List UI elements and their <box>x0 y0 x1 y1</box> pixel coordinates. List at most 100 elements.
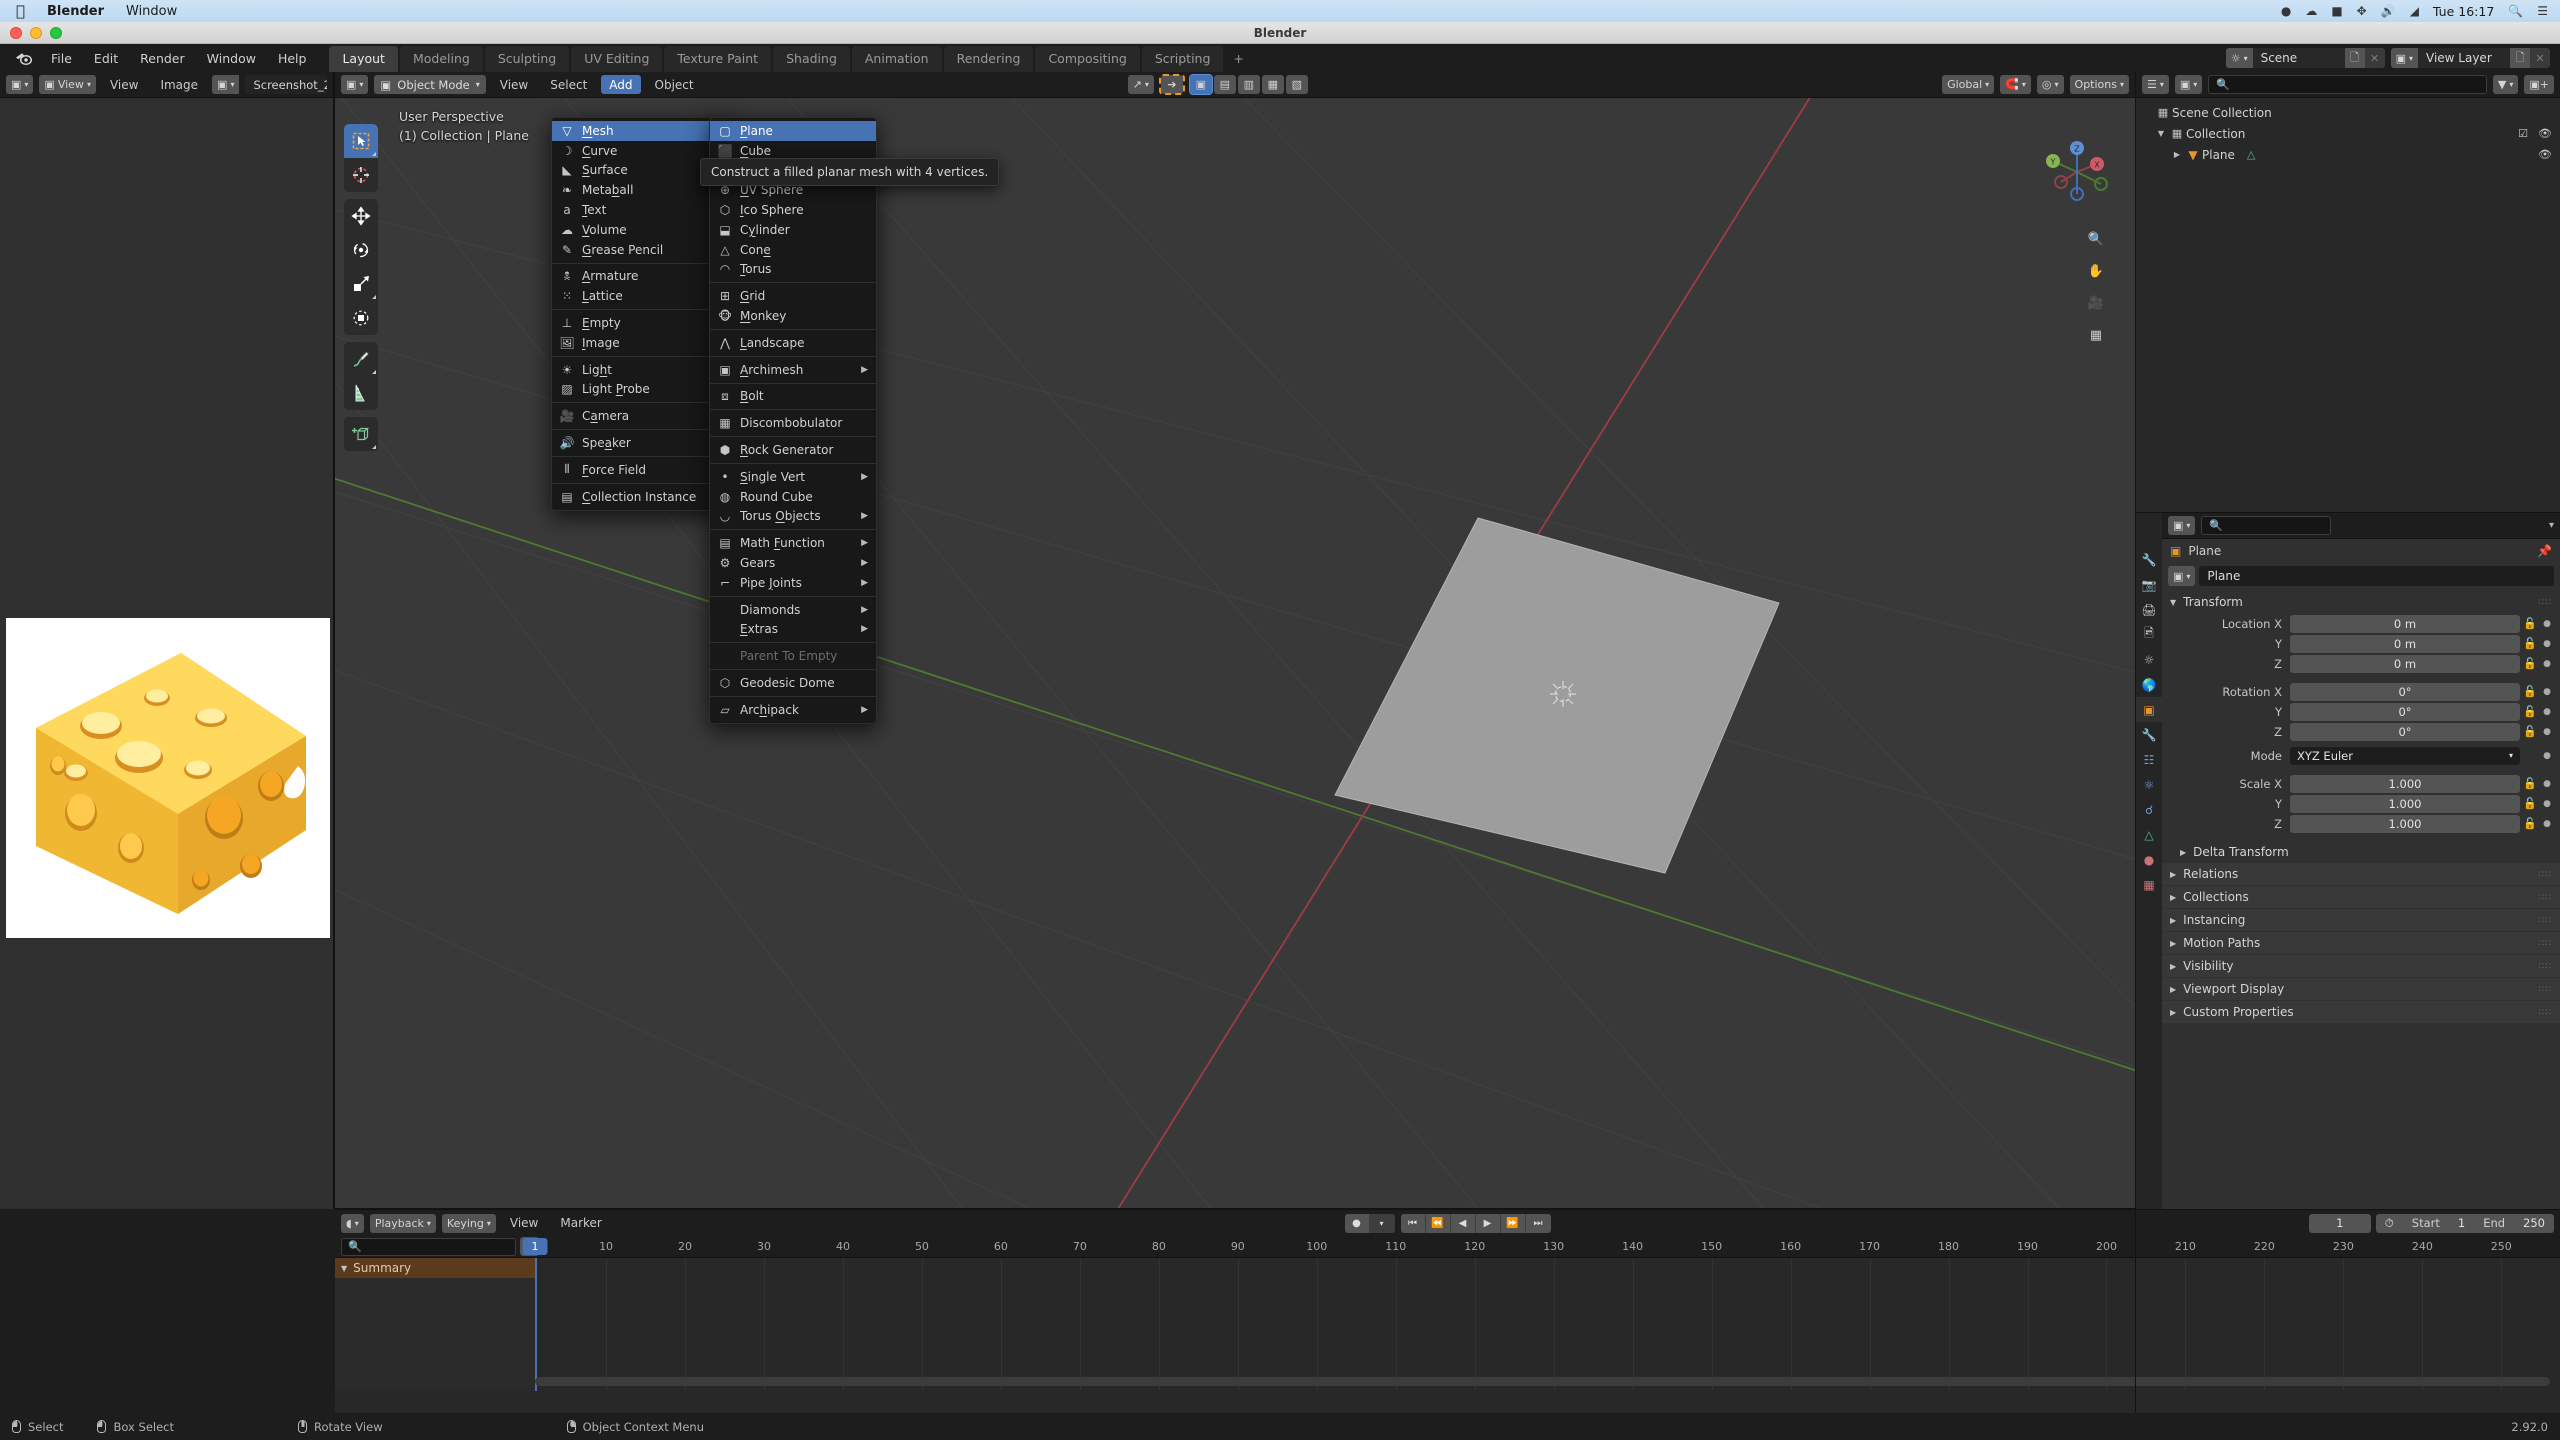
select-invert-icon[interactable]: ▦ <box>1261 75 1284 94</box>
delta-transform-panel[interactable]: ▶ Delta Transform <box>2162 841 2560 863</box>
blender-logo-icon[interactable] <box>10 48 36 68</box>
tab-modifiers[interactable]: 🔧 <box>2136 722 2162 747</box>
menu-item-collection-instance[interactable]: ▤Collection Instance▶ <box>552 487 732 507</box>
transform-panel-header[interactable]: ▼ Transform :::: <box>2162 591 2560 613</box>
select-intersect-icon[interactable]: ▧ <box>1285 75 1308 94</box>
tab-texture-paint[interactable]: Texture Paint <box>664 46 772 72</box>
menu-item-discombobulator[interactable]: ▦ Discombobulator <box>710 413 876 433</box>
animate-dot-scl-y[interactable]: ● <box>2540 799 2554 809</box>
cloud-icon[interactable]: ☁ <box>2305 4 2317 18</box>
tab-animation[interactable]: Animation <box>851 46 942 72</box>
tool-move[interactable] <box>344 199 378 233</box>
summary-channel[interactable]: ▼ Summary <box>335 1258 535 1278</box>
tab-particles[interactable]: ☷ <box>2136 747 2162 772</box>
menu-window[interactable]: Window <box>196 48 267 69</box>
add-workspace-button[interactable]: + <box>1225 46 1251 72</box>
macos-app-name[interactable]: Blender <box>47 4 104 19</box>
timeline-editor-type-icon[interactable]: ◖ ▾ <box>341 1213 364 1233</box>
menu-help[interactable]: Help <box>267 48 318 69</box>
menu-item-single-vert[interactable]: • Single Vert ▶ <box>710 467 876 487</box>
image-menu-view[interactable]: View <box>102 75 146 94</box>
tab-object[interactable]: ▣ <box>2136 697 2162 722</box>
object-name-field[interactable]: Plane <box>2199 566 2554 586</box>
image-browse-button[interactable]: ▣ ▾ <box>212 75 240 94</box>
menu-item-light[interactable]: ☀Light▶ <box>552 360 732 380</box>
animate-dot-mode[interactable]: ● <box>2540 751 2554 761</box>
rotation-x-value[interactable]: 0° <box>2290 682 2520 701</box>
panel-instancing[interactable]: ▶ Instancing:::: <box>2162 909 2560 931</box>
tab-data[interactable]: △ <box>2136 822 2162 847</box>
start-value[interactable]: 1 <box>2449 1216 2474 1230</box>
menu-item-landscape[interactable]: ⋀ Landscape <box>710 333 876 353</box>
editor-edge-right[interactable] <box>2135 72 2136 1413</box>
tab-modeling[interactable]: Modeling <box>399 46 483 72</box>
battery-icon[interactable]: ■ <box>2331 4 2342 18</box>
apple-logo-icon[interactable]:  <box>16 3 25 19</box>
location-z-value[interactable]: 0 m <box>2290 654 2520 673</box>
end-value[interactable]: 250 <box>2514 1216 2554 1230</box>
play-button[interactable]: ▶ <box>1475 1213 1501 1233</box>
tab-rendering[interactable]: Rendering <box>943 46 1034 72</box>
macos-clock[interactable]: Tue 16:17 <box>2433 4 2494 19</box>
menu-item-rock-generator[interactable]: ⬢ Rock Generator <box>710 440 876 460</box>
viewport-menu-add[interactable]: Add <box>601 75 641 94</box>
tool-cursor[interactable] <box>344 158 378 192</box>
keying-menu-button[interactable]: Keying ▾ <box>441 1213 496 1233</box>
animate-dot-scl-x[interactable]: ● <box>2540 779 2554 789</box>
pin-icon[interactable]: 📌 <box>2537 544 2552 558</box>
twisty-collection[interactable]: ▼ <box>2154 129 2168 138</box>
image-menu-image[interactable]: Image <box>152 75 206 94</box>
tool-rotate[interactable] <box>344 233 378 267</box>
tab-scene[interactable]: ☼ <box>2136 647 2162 672</box>
bluetooth-icon[interactable]: ✥ <box>2357 4 2367 18</box>
lock-icon-scl-y[interactable]: 🔓 <box>2520 797 2540 810</box>
menu-item-volume[interactable]: ☁Volume▶ <box>552 220 732 240</box>
lock-icon-loc-z[interactable]: 🔓 <box>2520 657 2540 670</box>
menu-item-image[interactable]: 🖼Image▶ <box>552 333 732 353</box>
menu-item-math-function[interactable]: ▤ Math Function ▶ <box>710 533 876 553</box>
eye-icon-plane[interactable]: 👁 <box>2538 148 2552 161</box>
outliner-row-scene-collection[interactable]: ▦ Scene Collection <box>2136 102 2560 123</box>
jump-to-start-button[interactable]: ⏮ <box>1400 1213 1426 1233</box>
tab-texture[interactable]: ▦ <box>2136 872 2162 897</box>
snap-magnet-button[interactable]: 🧲 ▾ <box>2000 75 2031 94</box>
viewport-menu-object[interactable]: Object <box>647 75 702 94</box>
animate-dot-scl-z[interactable]: ● <box>2540 819 2554 829</box>
tool-transform[interactable] <box>344 301 378 335</box>
tool-select-box[interactable] <box>344 124 378 158</box>
minimize-button[interactable] <box>30 27 42 39</box>
animate-dot-rot-x[interactable]: ● <box>2540 687 2554 697</box>
properties-options-icon[interactable]: ▾ <box>2549 520 2554 531</box>
playhead-frame-label[interactable]: 1 <box>522 1238 548 1255</box>
editor-edge-props[interactable] <box>2136 512 2560 513</box>
tab-shading[interactable]: Shading <box>773 46 850 72</box>
twisty-plane[interactable]: ▶ <box>2170 150 2184 159</box>
menu-item-torus-objects[interactable]: ◡ Torus Objects ▶ <box>710 507 876 527</box>
menu-item-light-probe[interactable]: ▨Light Probe▶ <box>552 380 732 400</box>
tab-view-layer[interactable]: 🖻 <box>2136 622 2162 647</box>
scale-y-value[interactable]: 1.000 <box>2290 794 2520 813</box>
menu-item-diamonds[interactable]: Diamonds ▶ <box>710 600 876 620</box>
tab-layout[interactable]: Layout <box>329 46 398 72</box>
outliner-new-collection-icon[interactable]: ▣+ <box>2524 75 2554 94</box>
panel-collections[interactable]: ▶ Collections:::: <box>2162 886 2560 908</box>
menu-item-gears[interactable]: ⚙ Gears ▶ <box>710 553 876 573</box>
animate-dot-loc-z[interactable]: ● <box>2540 659 2554 669</box>
proportional-edit-button[interactable]: ◎ ▾ <box>2036 75 2064 94</box>
next-keyframe-button[interactable]: ⏩ <box>1500 1213 1526 1233</box>
control-center-icon[interactable]: ☰ <box>2537 4 2548 18</box>
tool-annotate[interactable] <box>344 342 378 376</box>
properties-editor-type-icon[interactable]: ▣ ▾ <box>2168 516 2196 535</box>
lock-icon-scl-z[interactable]: 🔓 <box>2520 817 2540 830</box>
lock-icon-rot-y[interactable]: 🔓 <box>2520 705 2540 718</box>
menu-item-mesh[interactable]: ▽Mesh▶ <box>552 121 733 141</box>
close-button[interactable] <box>10 27 22 39</box>
tab-scripting[interactable]: Scripting <box>1141 46 1224 72</box>
checkbox-icon[interactable]: ☑ <box>2518 127 2528 140</box>
outliner-search-input[interactable]: 🔍 <box>2208 75 2487 94</box>
delete-scene-button[interactable]: ✕ <box>2364 48 2385 68</box>
properties-search-input[interactable]: 🔍 <box>2201 516 2332 535</box>
select-box-icon[interactable]: ▣ <box>1188 74 1213 95</box>
location-x-value[interactable]: 0 m <box>2290 614 2520 633</box>
tab-render[interactable]: 📷 <box>2136 572 2162 597</box>
